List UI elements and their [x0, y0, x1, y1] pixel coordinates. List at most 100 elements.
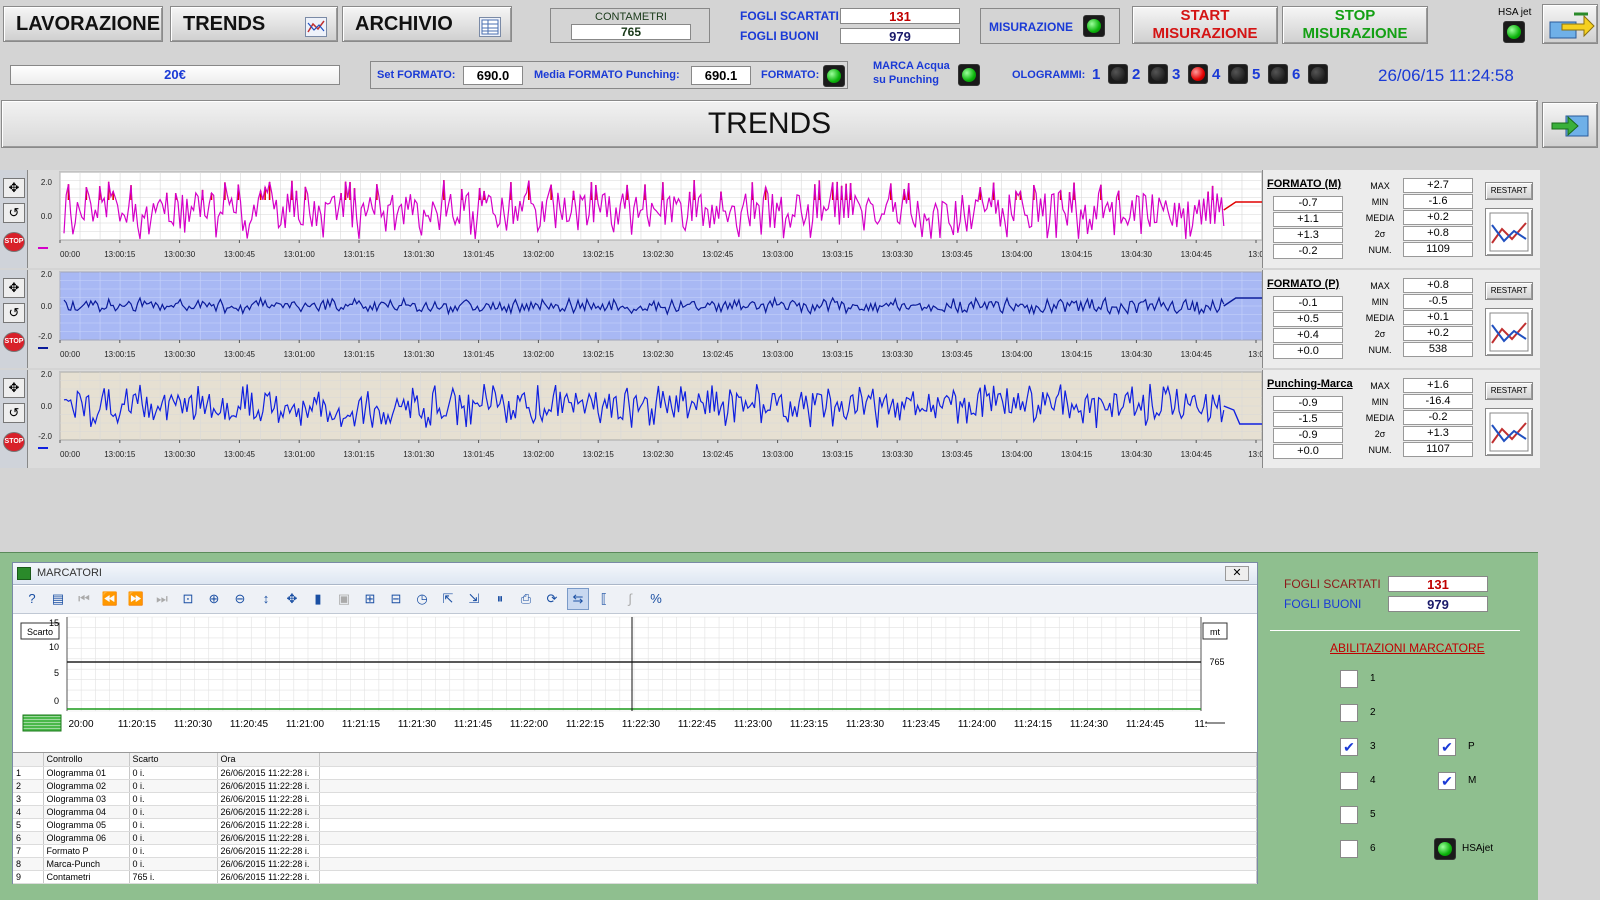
pause-icon[interactable]: ⏸ — [489, 589, 511, 611]
cursor-icon[interactable]: ⇆ — [567, 588, 589, 610]
stat-value: 1109 — [1403, 242, 1473, 257]
zoom-box-icon[interactable]: ⊡ — [177, 589, 199, 611]
reset-zoom-icon[interactable]: ↺ — [3, 403, 25, 423]
marcatori-window: MARCATORI ✕ ? ▤ ⏮ ⏪ ⏩ ⏭ ⊡ ⊕ ⊖ ↕ ✥ ▮ ▣ ⊞ … — [12, 562, 1258, 884]
zoom-out-icon[interactable]: ⊖ — [229, 589, 251, 611]
restart-button[interactable]: RESTART — [1485, 282, 1533, 300]
table-cell: 0 i. — [129, 857, 218, 871]
return-arrow-icon — [1549, 12, 1595, 39]
marcatore-checkbox-1[interactable] — [1340, 670, 1358, 688]
select-icon[interactable]: ⊞ — [359, 589, 381, 611]
last-icon[interactable]: ⏭ — [151, 589, 173, 611]
reset-zoom-icon[interactable]: ↺ — [3, 303, 25, 323]
stop-label-line2: MISURAZIONE — [1302, 25, 1408, 42]
x-tick-label: 11:23:15 — [790, 719, 829, 730]
zoom-vertical-icon[interactable]: ↕ — [255, 589, 277, 611]
table-cell: 9 — [13, 870, 44, 884]
stat-label: MIN — [1371, 297, 1389, 307]
trend-graph-icon[interactable] — [1485, 408, 1533, 456]
datetime: 26/06/15 11:24:58 — [1378, 66, 1514, 85]
nav-button-trends[interactable]: TRENDS — [170, 6, 338, 42]
reset-zoom-icon[interactable]: ↺ — [3, 203, 25, 223]
trend-chart-punching-marca[interactable]: 2.0 0.0 -2.0 00:00 13:00:15 13:00:30 13:00:45 1… — [28, 370, 1262, 468]
marcatore-checkbox-label: 1 — [1370, 673, 1376, 684]
restart-button[interactable]: RESTART — [1485, 382, 1533, 400]
bracket-icon[interactable]: ⟦ — [593, 589, 615, 611]
restart-button[interactable]: RESTART — [1485, 182, 1533, 200]
x-tick-label: 13:03:00 — [762, 450, 794, 459]
marcatori-chart[interactable]: Scarto mt 765 15 10 5 0 20:00 11:20:15 11:20:30 11… — [13, 615, 1257, 751]
pan-icon[interactable]: ✥ — [3, 178, 25, 198]
help-icon[interactable]: ? — [21, 589, 43, 611]
ruler-icon[interactable]: ▮ — [307, 589, 329, 611]
x-tick-label: 11:23:45 — [902, 719, 941, 730]
trend-stats-formato-p: FORMATO (P) -0.1 +0.5 +0.4 +0.0 MAX +0.8 MIN -0.… — [1262, 270, 1540, 368]
hsajet-led — [1434, 838, 1456, 860]
refresh-icon[interactable]: ⟳ — [541, 589, 563, 611]
deviation-value: +0.4 — [1273, 328, 1343, 343]
marcatore-checkbox-label: 2 — [1370, 707, 1376, 718]
table-row[interactable]: 1 Ologramma 01 0 i. 26/06/2015 11:22:28 i. — [13, 766, 1257, 780]
ologramma-led — [1308, 64, 1328, 84]
stat-label: 2σ — [1374, 329, 1386, 339]
rewind-icon[interactable]: ⏪ — [99, 589, 121, 611]
table-row[interactable]: 5 Ologramma 05 0 i. 26/06/2015 11:22:28 i. — [13, 818, 1257, 832]
table-row[interactable]: 3 Ologramma 03 0 i. 26/06/2015 11:22:28 i. — [13, 792, 1257, 806]
trend-chart-formato-p[interactable]: 2.0 0.0 -2.0 00:00 13:00:15 13:00:30 13:00:45 1… — [28, 270, 1262, 368]
y-axis-label: Scarto — [27, 627, 53, 637]
pan-icon[interactable]: ✥ — [281, 589, 303, 611]
exit-button[interactable] — [1542, 4, 1598, 44]
start-misurazione-button[interactable]: START MISURAZIONE — [1132, 6, 1278, 44]
x-tick-label: 11:22:45 — [678, 719, 717, 730]
enter-arrow-icon — [1551, 115, 1589, 137]
percent-icon[interactable]: % — [645, 589, 667, 611]
reset-icon[interactable]: ▣ — [333, 589, 355, 611]
table-row[interactable]: 6 Ologramma 06 0 i. 26/06/2015 11:22:28 i. — [13, 831, 1257, 845]
stop-icon[interactable]: STOP — [3, 232, 25, 252]
clock-icon[interactable]: ◷ — [411, 589, 433, 611]
print-icon[interactable]: ⎙ — [515, 589, 537, 611]
table-cell: 26/06/2015 11:22:28 i. — [217, 779, 320, 793]
marcatore-checkbox-2[interactable] — [1340, 704, 1358, 722]
pan-icon[interactable]: ✥ — [3, 278, 25, 298]
marcatore-checkbox-6[interactable] — [1340, 840, 1358, 858]
table-cell: 6 — [13, 831, 44, 845]
nav-button-archivio[interactable]: ARCHIVIO — [342, 6, 512, 42]
grid-icon[interactable]: ⊟ — [385, 589, 407, 611]
properties-icon[interactable]: ▤ — [47, 589, 69, 611]
nav-button-lavorazione[interactable]: LAVORAZIONE — [3, 6, 163, 42]
marcatore-checkbox-p[interactable]: ✔ — [1438, 738, 1456, 756]
table-row[interactable]: 7 Formato P0 i. 26/06/2015 11:22:28 i. — [13, 844, 1257, 858]
pan-icon[interactable]: ✥ — [3, 378, 25, 398]
x-tick-label: 13:03:30 — [882, 450, 914, 459]
trend-row-formato-p: ✥ ↺ STOP 2.0 0.0 -2.0 00:00 13:00:15 13:00:30… — [0, 270, 1540, 368]
x-tick-label: 11:23:30 — [846, 719, 885, 730]
stop-icon[interactable]: STOP — [3, 432, 25, 452]
x-tick-label: 13:04:30 — [1121, 450, 1153, 459]
trend-graph-icon[interactable] — [1485, 308, 1533, 356]
trend-chart-formato-m[interactable]: 2.00.000:00 13:00:15 13:00:30 13:00:45 13:01… — [28, 170, 1262, 268]
zoom-in-icon[interactable]: ⊕ — [203, 589, 225, 611]
trend-graph-icon[interactable] — [1485, 208, 1533, 256]
marcatore-checkbox-m[interactable]: ✔ — [1438, 772, 1456, 790]
table-row[interactable]: 4 Ologramma 04 0 i. 26/06/2015 11:22:28 i. — [13, 805, 1257, 819]
stop-misurazione-button[interactable]: STOP MISURAZIONE — [1282, 6, 1428, 44]
close-icon[interactable]: ✕ — [1225, 566, 1249, 581]
first-icon[interactable]: ⏮ — [73, 589, 95, 611]
table-row[interactable]: 8 Marca-Punch 0 i. 26/06/2015 11:22:28 i. — [13, 857, 1257, 871]
function-icon[interactable]: ∫ — [619, 589, 641, 611]
x-tick-label: 13:01:15 — [343, 350, 375, 359]
x-tick-label: 13:03:15 — [822, 350, 854, 359]
enter-button[interactable] — [1542, 102, 1598, 148]
table-row[interactable]: 2 Ologramma 02 0 i. 26/06/2015 11:22:28 i. — [13, 779, 1257, 793]
import-icon[interactable]: ⇲ — [463, 589, 485, 611]
marcatore-checkbox-5[interactable] — [1340, 806, 1358, 824]
marcatore-checkbox-3[interactable]: ✔ — [1340, 738, 1358, 756]
stat-value: -1.6 — [1403, 194, 1473, 209]
export-icon[interactable]: ⇱ — [437, 589, 459, 611]
forward-icon[interactable]: ⏩ — [125, 589, 147, 611]
table-row[interactable]: 9 Contametri 765 i. 26/06/2015 11:22:28 i. — [13, 870, 1257, 884]
marcatore-checkbox-4[interactable] — [1340, 772, 1358, 790]
stop-icon[interactable]: STOP — [3, 332, 25, 352]
marcatori-title: MARCATORI — [37, 567, 102, 579]
